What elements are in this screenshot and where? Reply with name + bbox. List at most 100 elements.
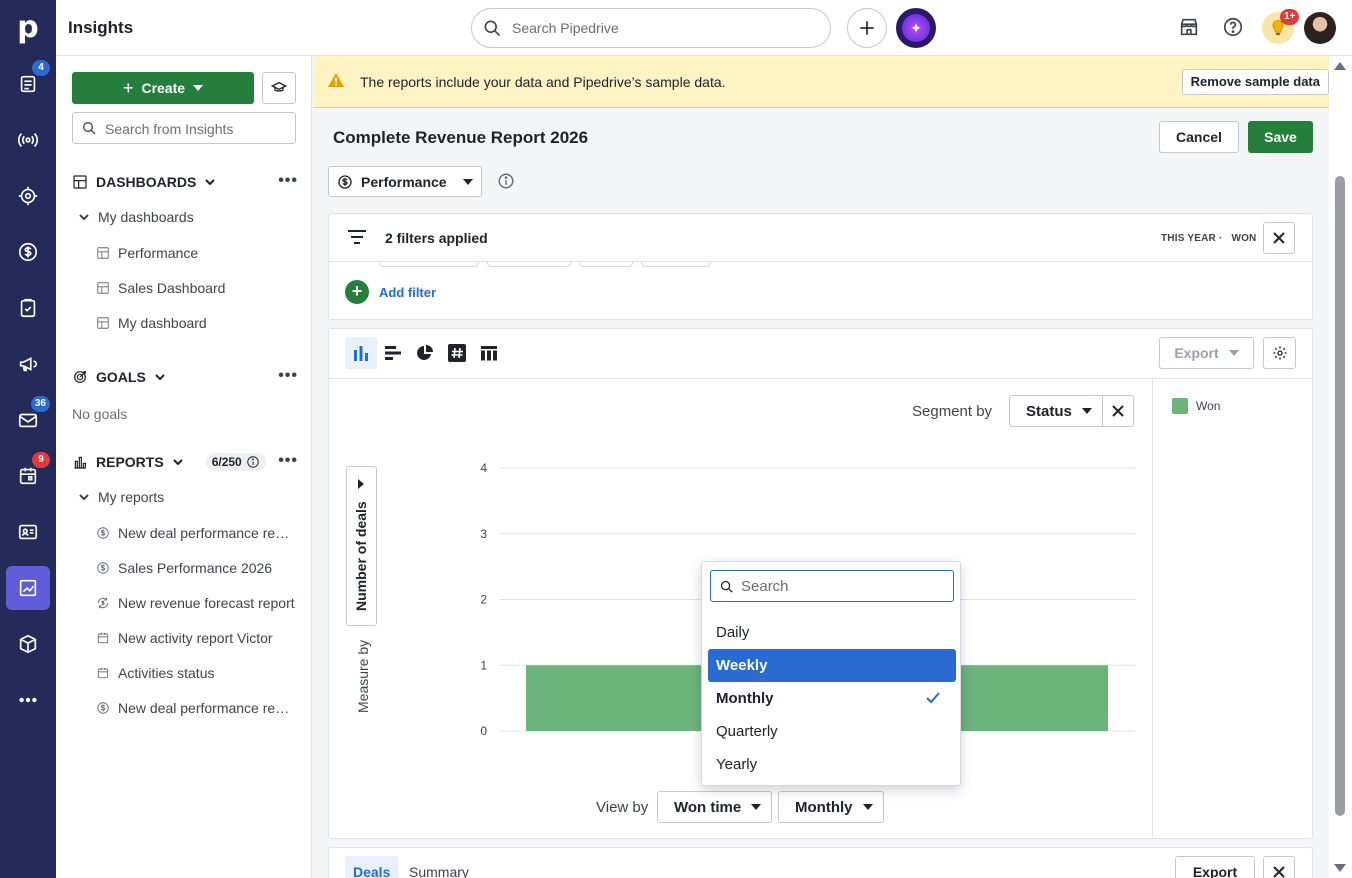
save-button[interactable]: Save	[1248, 121, 1313, 153]
chart-type-bar-button[interactable]	[377, 337, 409, 369]
reports-more-icon[interactable]: •••	[278, 452, 298, 470]
ai-assistant-button[interactable]: ✦	[896, 8, 936, 48]
sidebar-item-report-6[interactable]: New deal performance report	[96, 698, 296, 718]
segment-by-select[interactable]: Status	[1009, 395, 1103, 427]
sidebar-item-report-3[interactable]: New revenue forecast report	[96, 593, 296, 613]
sidebar-item-dashboard-sales[interactable]: Sales Dashboard	[96, 278, 296, 298]
campaigns-live-nav-button[interactable]	[8, 120, 48, 160]
view-by-interval-select[interactable]: Monthly	[778, 791, 884, 823]
filter-tag-status: WON	[1231, 233, 1257, 244]
collapse-filters-button[interactable]	[1263, 222, 1295, 254]
dashboards-more-icon[interactable]: •••	[278, 172, 298, 190]
interval-option-monthly[interactable]: Monthly	[708, 682, 956, 715]
interval-dropdown: Daily Weekly Monthly Quarterly Yearly	[701, 561, 961, 786]
sidebar-item-report-4[interactable]: New activity report Victor	[96, 628, 296, 648]
filters-summary[interactable]: 2 filters applied	[385, 230, 488, 246]
tab-summary[interactable]: Summary	[401, 856, 477, 878]
view-by-field-select[interactable]: Won time	[657, 791, 773, 823]
contact-card-icon	[18, 524, 38, 540]
add-filter-button[interactable]: + Add filter	[345, 280, 436, 304]
deals-nav-button[interactable]	[8, 232, 48, 272]
collapse-details-button[interactable]	[1263, 856, 1295, 878]
scrollbar-thumb[interactable]	[1335, 176, 1345, 816]
chart-type-pie-button[interactable]	[409, 337, 441, 369]
global-search-input[interactable]: Search Pipedrive	[471, 8, 831, 48]
reports-count: 6/250	[211, 455, 242, 469]
tasks-nav-button[interactable]	[8, 288, 48, 328]
page-scrollbar[interactable]	[1329, 56, 1352, 878]
help-button[interactable]	[1222, 16, 1246, 40]
interval-search-input[interactable]	[741, 575, 941, 597]
interval-option-yearly[interactable]: Yearly	[708, 748, 956, 781]
goals-section-header[interactable]: GOALS •••	[72, 367, 298, 387]
info-icon[interactable]	[246, 455, 260, 469]
y-tick-label: 2	[480, 593, 487, 607]
segment-by-label: Segment by	[912, 403, 993, 420]
marketplace-button[interactable]	[1178, 16, 1202, 40]
checkmark-icon	[926, 692, 940, 704]
sidebar-item-label: New activity report Victor	[118, 630, 273, 646]
sidebar-item-label: New deal performance report	[118, 700, 296, 716]
clear-segment-button[interactable]	[1102, 395, 1134, 427]
leads-nav-button[interactable]: 4	[8, 60, 50, 104]
sidebar-item-label: My dashboard	[118, 315, 207, 331]
activities-nav-button[interactable]: 9	[8, 452, 50, 496]
interval-option-daily[interactable]: Daily	[708, 616, 956, 649]
my-dashboards-group[interactable]: My dashboards	[78, 207, 194, 227]
chart-type-table-button[interactable]	[473, 337, 505, 369]
sidebar-item-report-1[interactable]: New deal performance report	[96, 523, 296, 543]
chart-type-scorecard-button[interactable]	[441, 337, 473, 369]
remove-sample-data-button[interactable]: Remove sample data	[1181, 69, 1329, 95]
sidebar-item-report-5[interactable]: Activities status	[96, 663, 296, 683]
box-icon	[19, 634, 37, 654]
export-table-button[interactable]: Export	[1175, 856, 1255, 878]
dashboards-section-header[interactable]: DASHBOARDS •••	[72, 172, 298, 192]
products-nav-button[interactable]	[8, 624, 48, 664]
user-avatar[interactable]	[1304, 12, 1336, 44]
scroll-down-arrow[interactable]	[1334, 864, 1346, 872]
mail-nav-button[interactable]: 36	[8, 396, 50, 440]
sidebar-item-report-2[interactable]: Sales Performance 2026	[96, 558, 296, 578]
interval-search-field[interactable]	[710, 570, 954, 602]
legend-label: Won	[1196, 399, 1221, 413]
goals-more-icon[interactable]: •••	[278, 367, 298, 385]
notifications-badge: 1+	[1280, 9, 1300, 25]
activities-badge: 9	[32, 452, 50, 468]
pipedrive-logo[interactable]: p	[14, 12, 42, 44]
goals-title: GOALS	[96, 369, 146, 385]
sidebar-item-dashboard-mine[interactable]: My dashboard	[96, 313, 296, 333]
chart-type-column-button[interactable]	[345, 337, 377, 369]
interval-option-quarterly[interactable]: Quarterly	[708, 715, 956, 748]
tab-deals[interactable]: Deals	[345, 856, 399, 878]
deals-target-nav-button[interactable]	[8, 176, 48, 216]
segment-by-value: Status	[1026, 402, 1072, 420]
export-chart-button[interactable]: Export	[1159, 337, 1254, 369]
campaigns-nav-button[interactable]	[8, 344, 48, 384]
my-reports-group[interactable]: My reports	[78, 487, 164, 507]
report-title[interactable]: Complete Revenue Report 2026	[333, 128, 588, 148]
cancel-button[interactable]: Cancel	[1159, 121, 1239, 153]
contacts-nav-button[interactable]	[8, 512, 48, 552]
measure-by-select[interactable]: Number of deals	[346, 466, 377, 626]
sidebar-item-dashboard-performance[interactable]: Performance	[96, 243, 296, 263]
dashboard-select-button[interactable]: Performance	[328, 166, 482, 197]
mail-badge: 36	[30, 396, 50, 412]
reports-section-header[interactable]: REPORTS 6/250 •••	[72, 452, 298, 472]
quick-add-button[interactable]	[847, 8, 887, 48]
create-button[interactable]: + Create	[72, 72, 254, 104]
interval-option-weekly[interactable]: Weekly	[708, 649, 956, 682]
learning-button[interactable]	[262, 72, 296, 104]
insights-search-input[interactable]: Search from Insights	[72, 112, 296, 144]
more-nav-button[interactable]	[8, 680, 48, 720]
chevron-down-icon	[463, 178, 473, 185]
filter-icon[interactable]	[347, 228, 367, 246]
scroll-up-arrow[interactable]	[1334, 62, 1346, 70]
insights-nav-button[interactable]	[6, 566, 50, 610]
broadcast-icon	[17, 132, 39, 148]
legend-item-won[interactable]: Won	[1172, 398, 1220, 414]
filter-chip-stub	[379, 261, 479, 267]
sidebar-item-label: New deal performance report	[118, 525, 296, 541]
reports-count-badge: 6/250	[205, 453, 266, 471]
chart-settings-button[interactable]	[1263, 337, 1296, 369]
info-icon[interactable]	[497, 172, 515, 190]
